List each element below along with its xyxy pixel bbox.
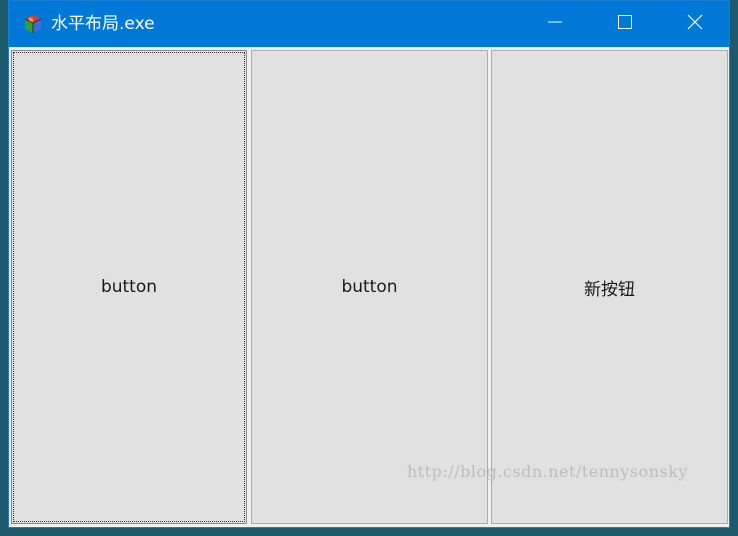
new-button-label: 新按钮 [584, 279, 635, 300]
close-icon [687, 14, 703, 34]
minimize-button[interactable] [520, 1, 590, 47]
minimize-icon [547, 14, 563, 34]
button-1[interactable]: button [11, 50, 247, 524]
app-window: 水平布局.exe button button 新按钮 http://blog.c… [8, 0, 730, 528]
app-cube-icon [23, 14, 43, 34]
button-1-label: button [100, 277, 158, 297]
title-bar[interactable]: 水平布局.exe [9, 1, 729, 47]
button-2-label: button [341, 277, 398, 297]
new-button[interactable]: 新按钮 [491, 50, 728, 524]
close-button[interactable] [660, 1, 729, 47]
maximize-button[interactable] [590, 1, 660, 47]
window-title: 水平布局.exe [51, 14, 155, 34]
button-2[interactable]: button [251, 50, 488, 524]
client-area: button button 新按钮 [9, 47, 729, 527]
maximize-icon [617, 14, 633, 34]
